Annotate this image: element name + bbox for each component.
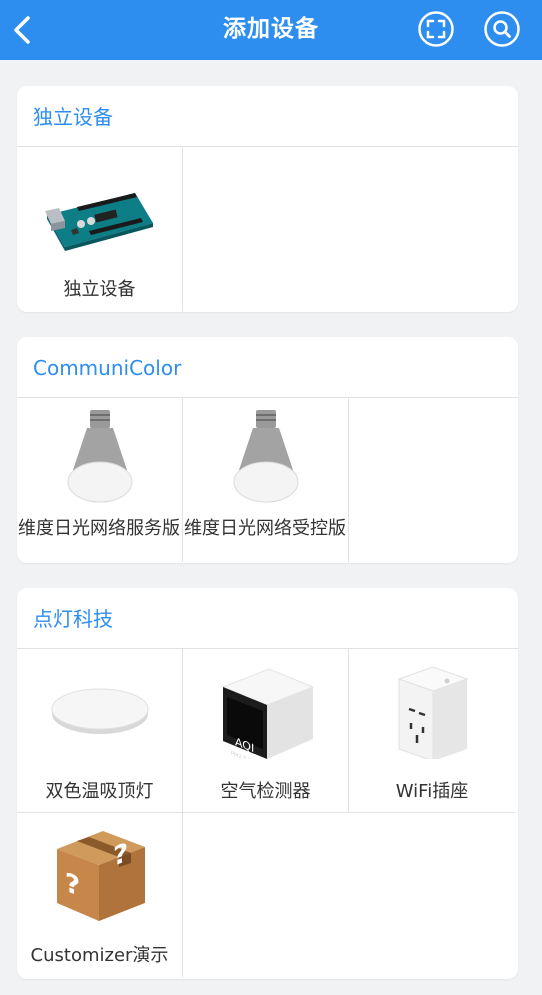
section-title: CommuniColor	[17, 337, 518, 398]
device-label: 双色温吸顶灯	[45, 781, 154, 802]
device-label: 维度日光网络服务版	[18, 518, 180, 539]
device-label: WiFi插座	[395, 781, 469, 802]
device-customizer-demo[interactable]: ? ? Customizer演示	[17, 813, 183, 977]
device-label: 空气检测器	[220, 781, 311, 802]
section-standalone-devices: 独立设备 独立设备	[17, 86, 518, 312]
device-wifi-plug[interactable]: WiFi插座	[349, 649, 515, 813]
section-communicolor: CommuniColor 维度日光网络服务版 维度日光网络受控版	[17, 337, 518, 563]
section-title: 点灯科技	[17, 588, 518, 649]
device-bulb-controlled[interactable]: 维度日光网络受控版	[183, 398, 349, 562]
section-title: 独立设备	[17, 86, 518, 147]
scan-icon[interactable]	[417, 10, 455, 48]
ceiling-light-icon	[51, 688, 149, 734]
device-label: Customizer演示	[30, 945, 169, 966]
section-diandeng-tech: 点灯科技 双色温吸顶灯 AQI PM2.5 136 空气检测器 WiFi插座 ?…	[17, 588, 518, 979]
svg-text:?: ?	[65, 867, 80, 903]
search-icon[interactable]	[483, 10, 521, 48]
device-air-monitor[interactable]: AQI PM2.5 136 空气检测器	[183, 649, 349, 813]
mystery-box-icon: ? ?	[57, 831, 145, 921]
smart-plug-icon	[397, 666, 469, 759]
device-label: 独立设备	[63, 279, 136, 300]
arduino-board-icon	[45, 193, 153, 251]
air-monitor-icon: AQI PM2.5 136	[221, 668, 315, 759]
led-bulb-icon	[67, 410, 133, 503]
led-bulb-icon	[233, 410, 299, 503]
app-bar: 添加设备	[0, 0, 542, 60]
device-standalone[interactable]: 独立设备	[17, 147, 183, 311]
device-label: 维度日光网络受控版	[184, 518, 346, 539]
device-bulb-server[interactable]: 维度日光网络服务版	[17, 398, 183, 562]
device-ceiling-light[interactable]: 双色温吸顶灯	[17, 649, 183, 813]
page-title: 添加设备	[223, 16, 319, 42]
svg-text:?: ?	[113, 837, 128, 873]
